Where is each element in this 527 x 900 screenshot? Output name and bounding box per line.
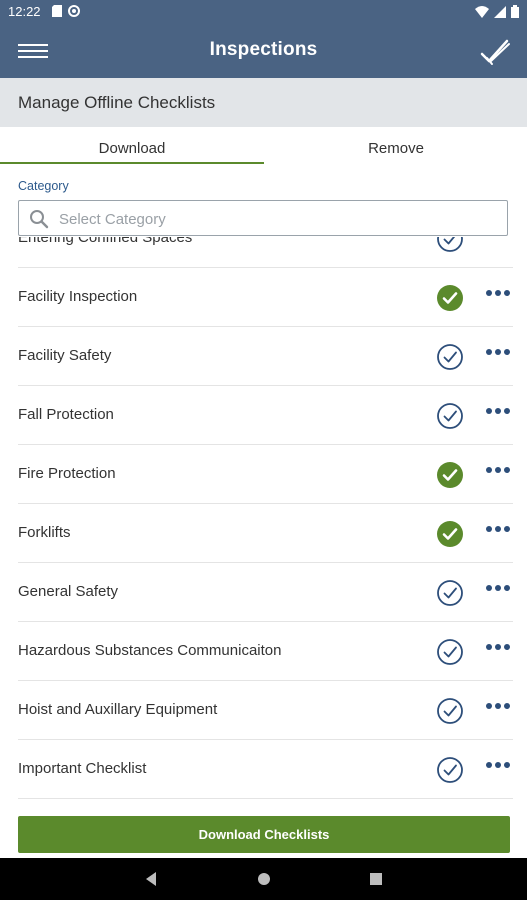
checklist-name: Entering Confined Spaces xyxy=(18,237,193,246)
status-time: 12:22 xyxy=(8,4,41,19)
system-nav-bar xyxy=(0,858,527,900)
signal-icon xyxy=(494,5,506,18)
list-item[interactable]: Important Checklist xyxy=(18,740,513,799)
status-system-icons xyxy=(475,5,519,18)
list-item[interactable]: Entering Confined Spaces xyxy=(18,237,513,268)
more-options-icon[interactable] xyxy=(486,408,513,420)
checklist-name: Hazardous Substances Communicaiton xyxy=(18,642,282,659)
more-options-icon[interactable] xyxy=(486,526,513,538)
recents-icon[interactable] xyxy=(369,871,383,887)
back-icon[interactable] xyxy=(144,871,158,887)
status-bar: 12:22 xyxy=(0,0,527,24)
download-checklists-button[interactable]: Download Checklists xyxy=(18,816,510,853)
checklist-name: Fall Protection xyxy=(18,406,114,423)
section-title: Manage Offline Checklists xyxy=(18,93,216,112)
select-check-icon[interactable] xyxy=(436,343,464,371)
list-item[interactable]: Forklifts xyxy=(18,504,513,563)
search-icon xyxy=(30,210,49,229)
more-options-icon[interactable] xyxy=(486,290,513,302)
checklist-name: Forklifts xyxy=(18,524,71,541)
more-options-icon[interactable] xyxy=(486,585,513,597)
list-item[interactable]: Fall Protection xyxy=(18,386,513,445)
downloaded-check-icon[interactable] xyxy=(436,520,464,548)
more-options-icon[interactable] xyxy=(486,237,513,243)
select-check-icon[interactable] xyxy=(436,638,464,666)
downloaded-check-icon[interactable] xyxy=(436,284,464,312)
more-options-icon[interactable] xyxy=(486,349,513,361)
checklist-name: Hoist and Auxillary Equipment xyxy=(18,701,218,718)
select-check-icon[interactable] xyxy=(436,402,464,430)
checklist-name: Facility Inspection xyxy=(18,288,138,305)
tab-remove[interactable]: Remove xyxy=(264,134,527,164)
tab-download[interactable]: Download xyxy=(0,134,264,164)
select-check-icon[interactable] xyxy=(436,756,464,784)
more-options-icon[interactable] xyxy=(486,762,513,774)
category-label: Category xyxy=(18,179,69,193)
more-options-icon[interactable] xyxy=(486,644,513,656)
more-options-icon[interactable] xyxy=(486,467,513,479)
list-item[interactable]: Hazardous Substances Communicaiton xyxy=(18,622,513,681)
battery-icon xyxy=(511,5,519,18)
section-header: Manage Offline Checklists xyxy=(0,78,527,127)
checklist-name: Facility Safety xyxy=(18,347,112,364)
select-check-icon[interactable] xyxy=(436,237,464,253)
checklist-name: General Safety xyxy=(18,583,119,600)
list-item[interactable]: General Safety xyxy=(18,563,513,622)
home-icon[interactable] xyxy=(257,871,271,887)
checklist-name: Important Checklist xyxy=(18,760,147,777)
sd-card-icon xyxy=(52,5,62,17)
list-item[interactable]: Facility Inspection xyxy=(18,268,513,327)
category-search xyxy=(18,200,508,236)
wifi-icon xyxy=(475,5,489,18)
list-item[interactable]: Hoist and Auxillary Equipment xyxy=(18,681,513,740)
status-notification-icons xyxy=(52,5,80,17)
select-check-icon[interactable] xyxy=(436,697,464,725)
list-item[interactable]: Fire Protection xyxy=(18,445,513,504)
double-check-icon[interactable] xyxy=(479,37,511,67)
select-check-icon[interactable] xyxy=(436,579,464,607)
checklist-list[interactable]: Entering Confined Spaces Facility Inspect… xyxy=(0,237,527,802)
sync-icon xyxy=(68,5,80,17)
downloaded-check-icon[interactable] xyxy=(436,461,464,489)
category-search-input[interactable] xyxy=(57,207,491,231)
more-options-icon[interactable] xyxy=(486,703,513,715)
tab-bar: Download Remove xyxy=(0,134,527,164)
checklist-name: Fire Protection xyxy=(18,465,116,482)
list-item[interactable]: Facility Safety xyxy=(18,327,513,386)
page-title: Inspections xyxy=(209,39,318,60)
app-bar: Inspections xyxy=(0,24,527,78)
